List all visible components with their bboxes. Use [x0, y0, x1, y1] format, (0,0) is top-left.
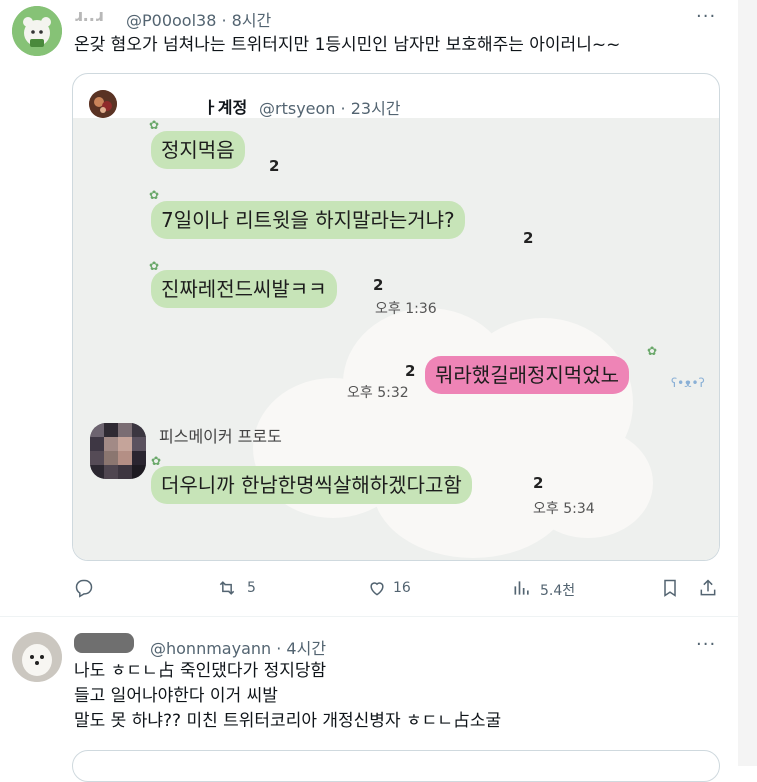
share-icon — [700, 579, 716, 596]
scrollbar[interactable] — [738, 0, 757, 766]
quote-handle-time[interactable]: @rtsyeon · 23시간 — [259, 95, 401, 119]
divider — [0, 616, 738, 617]
chat-bubble: 7일이나 리트윗을 하지말라는거냐? — [151, 201, 465, 239]
ribbon-icon: ✿ — [149, 118, 160, 132]
views-button[interactable]: 5.4천 — [512, 578, 592, 600]
separator-dot: · — [340, 99, 351, 118]
view-count: 5.4천 — [540, 583, 576, 599]
author-name[interactable]: ɹ..ɹ — [74, 6, 103, 25]
message-time: 오후 5:32 — [347, 385, 409, 401]
avatar[interactable] — [12, 632, 62, 682]
tweet-text-line: 나도 ㅎㄷㄴ占 죽인댔다가 정지당함 — [74, 661, 327, 681]
sender-name: 피스메이커 프로도 — [159, 427, 282, 446]
author-handle[interactable]: @honnmayann — [150, 639, 271, 658]
share-button[interactable] — [698, 578, 718, 600]
chat-bubble: 더우니까 한남한명씩살해하겠다고함 — [151, 466, 472, 504]
avatar[interactable] — [12, 6, 62, 56]
unread-count: 2 — [373, 276, 384, 294]
separator-dot: · — [221, 11, 232, 30]
sender-avatar — [90, 423, 146, 479]
ribbon-icon: ✿ — [647, 344, 658, 358]
tweet-time[interactable]: 4시간 — [286, 639, 326, 658]
retweet-icon — [219, 581, 235, 595]
author-handle[interactable]: @P00ool38 — [126, 11, 216, 30]
retweet-count: 5 — [247, 580, 256, 596]
author-handle-time[interactable]: @P00ool38 · 8시간 — [126, 7, 271, 31]
separator-dot: · — [276, 639, 287, 658]
quote-time[interactable]: 23시간 — [351, 99, 401, 118]
quote-author-handle[interactable]: @rtsyeon — [259, 99, 335, 118]
ribbon-icon: ✿ — [149, 188, 160, 202]
quote-author-name[interactable]: ㅏ계정 — [203, 94, 247, 118]
tweet-text-line: 말도 못 하냐?? 미친 트위터코리아 개정신병자 ㅎㄷㄴ占소굴 — [74, 711, 502, 731]
bear-sticker-icon: ʕ•ᴥ•ʔ — [671, 376, 705, 390]
reply-icon — [75, 579, 93, 598]
chat-bubble: 진짜레전드씨발ㅋㅋ — [151, 270, 337, 308]
reply-button[interactable] — [74, 578, 96, 600]
chat-bubble-sent: 뭐라했길래정지먹었노 — [425, 356, 629, 394]
unread-count: 2 — [269, 157, 280, 175]
blurred-name — [74, 633, 134, 653]
retweet-button[interactable]: 5 — [216, 578, 276, 600]
analytics-icon — [514, 581, 529, 595]
like-count: 16 — [393, 580, 411, 596]
next-card-border — [72, 750, 720, 782]
chat-screenshot-image[interactable]: ✿ 정지먹음 2 ✿ 7일이나 리트윗을 하지말라는거냐? 2 ✿ 진짜레전드씨… — [73, 118, 719, 560]
author-handle-time[interactable]: @honnmayann · 4시간 — [150, 635, 326, 659]
more-options-icon[interactable]: ··· — [696, 634, 716, 655]
quote-avatar[interactable] — [89, 90, 117, 118]
ribbon-icon: ✿ — [151, 454, 162, 468]
quoted-tweet-card[interactable]: ㅏ계정 @rtsyeon · 23시간 ✿ 정지먹음 2 ✿ 7일이나 리트윗을… — [72, 73, 720, 561]
more-options-icon[interactable]: ··· — [696, 6, 716, 27]
unread-count: 2 — [405, 362, 416, 380]
message-time: 오후 1:36 — [375, 301, 437, 317]
ribbon-icon: ✿ — [149, 259, 160, 273]
tweet-text-line: 들고 일어나야한다 이거 씨발 — [74, 686, 278, 706]
bookmark-icon — [664, 579, 676, 597]
heart-icon — [370, 582, 384, 596]
tweet-text: 온갖 혐오가 넘쳐나는 트위터지만 1등시민인 남자만 보호해주는 아이러니~~ — [74, 35, 621, 55]
chat-bubble: 정지먹음 — [151, 131, 245, 169]
message-time: 오후 5:34 — [533, 501, 595, 517]
tweet-time[interactable]: 8시간 — [232, 11, 272, 30]
unread-count: 2 — [523, 229, 534, 247]
like-button[interactable]: 16 — [366, 578, 426, 600]
unread-count: 2 — [533, 474, 544, 492]
bookmark-button[interactable] — [660, 578, 680, 600]
